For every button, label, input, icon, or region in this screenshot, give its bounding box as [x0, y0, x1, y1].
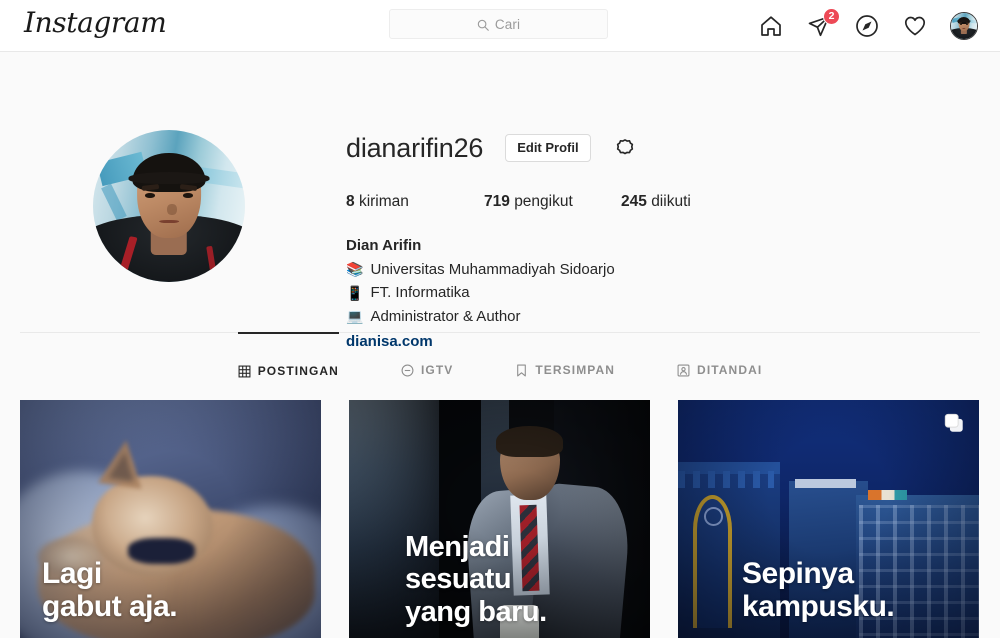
books-emoji: 📚 [346, 261, 364, 278]
home-icon[interactable] [758, 13, 784, 39]
profile-picture-image [93, 130, 245, 282]
stat-followers-label: pengikut [514, 193, 573, 210]
instagram-logo[interactable]: Instagram [24, 6, 167, 39]
stat-posts-label: kiriman [358, 193, 409, 210]
bio-line-role: 💻 Administrator & Author [346, 305, 906, 329]
search-placeholder: Cari [494, 16, 521, 32]
tab-postingan[interactable]: POSTINGAN [237, 332, 339, 390]
tab-ditandai[interactable]: DITANDAI [677, 332, 762, 390]
grid-icon [238, 365, 251, 378]
nav-avatar-image [951, 13, 977, 39]
stat-following-label: diikuti [651, 193, 691, 210]
profile-stats: 8 kiriman 719 pengikut 245 diikuti [346, 193, 906, 211]
tab-ditandai-label: DITANDAI [697, 363, 763, 377]
tab-postingan-label: POSTINGAN [257, 364, 339, 378]
stat-following[interactable]: 245 diikuti [621, 193, 691, 211]
message-badge: 2 [823, 8, 840, 25]
avatar-icon[interactable] [950, 12, 978, 40]
post-3-caption-line2: kampusku. [742, 590, 895, 624]
bio-line-university-text: Universitas Muhammadiyah Sidoarjo [370, 260, 615, 278]
tab-igtv[interactable]: IGTV [401, 332, 453, 390]
post-thumbnail[interactable]: Menjadi sesuatu yang baru. [349, 400, 650, 638]
post-thumbnail[interactable]: Sepinya kampusku. [678, 400, 979, 638]
post-2-caption-line1: Menjadi [405, 530, 510, 563]
bio-line-faculty-text: FT. Informatika [370, 284, 470, 301]
profile-section: dianarifin26 Edit Profil 8 kiriman 719 p… [0, 52, 1000, 350]
stat-following-value: 245 [621, 193, 647, 210]
stat-followers-value: 719 [484, 193, 510, 210]
laptop-emoji: 💻 [346, 308, 364, 325]
igtv-icon [401, 364, 414, 377]
profile-tabs: POSTINGAN IGTV TERSIMPAN DITANDAI [20, 332, 980, 390]
post-1-caption: Lagi gabut aja. [42, 557, 305, 624]
search-inner: Cari [477, 17, 520, 32]
post-thumbnail[interactable]: Lagi gabut aja. [20, 400, 321, 638]
paper-plane-icon[interactable]: 2 [806, 8, 840, 39]
tab-tersimpan-label: TERSIMPAN [535, 363, 616, 377]
tab-igtv-label: IGTV [420, 363, 454, 377]
bookmark-icon [515, 364, 528, 377]
posts-grid: Lagi gabut aja. Menjadi sesuatu yang bar… [20, 400, 980, 638]
edit-profile-button[interactable]: Edit Profil [505, 133, 591, 163]
profile-picture[interactable] [93, 130, 245, 282]
post-1-caption-line1: Lagi [42, 556, 102, 590]
nav-icons: 2 [758, 0, 978, 52]
bio-line-role-text: Administrator & Author [370, 307, 521, 325]
post-2-caption: Menjadi sesuatu yang baru. [405, 531, 634, 628]
heart-icon[interactable] [902, 13, 928, 39]
post-3-caption-line1: Sepinya [742, 556, 854, 590]
carousel-icon [943, 412, 965, 434]
gear-icon[interactable] [613, 136, 637, 160]
stat-posts[interactable]: 8 kiriman [346, 193, 484, 211]
post-2-caption-line3: yang baru. [405, 595, 547, 628]
mobile-phone-emoji: 📱 [346, 284, 364, 301]
post-1-caption-line2: gabut aja. [42, 590, 178, 624]
compass-icon[interactable] [854, 13, 880, 39]
post-2-caption-line2: sesuatu [405, 563, 512, 596]
stat-followers[interactable]: 719 pengikut [484, 193, 621, 211]
tagged-person-icon [677, 364, 690, 377]
post-3-caption: Sepinya kampusku. [742, 557, 963, 624]
app-header: Instagram Cari 2 [0, 0, 1000, 52]
stat-posts-value: 8 [346, 193, 355, 210]
profile-header-row: dianarifin26 Edit Profil [346, 127, 906, 169]
search-input[interactable]: Cari [389, 9, 608, 39]
bio-line-faculty: 📱 FT. Informatika [346, 281, 906, 305]
tab-tersimpan[interactable]: TERSIMPAN [515, 332, 615, 390]
search-icon [477, 18, 489, 31]
bio-line-university: 📚 Universitas Muhammadiyah Sidoarjo [346, 258, 906, 282]
bio-full-name: Dian Arifin [346, 237, 422, 254]
profile-username: dianarifin26 [346, 132, 484, 163]
profile-info: dianarifin26 Edit Profil 8 kiriman 719 p… [346, 127, 906, 354]
